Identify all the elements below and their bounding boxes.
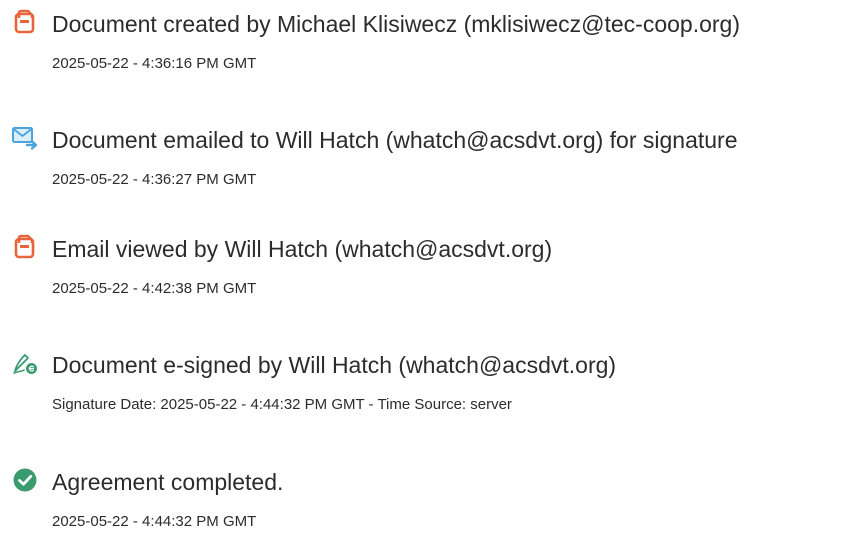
e-signed-icon — [12, 350, 38, 376]
event-title: Agreement completed. — [52, 469, 284, 495]
document-created-icon — [12, 9, 38, 35]
event-title: Document created by Michael Klisiwecz (m… — [52, 11, 741, 37]
event-timestamp: 2025-05-22 - 4:36:27 PM GMT — [52, 171, 257, 188]
event-title: Document emailed to Will Hatch (whatch@a… — [52, 127, 738, 153]
event-title: Document e-signed by Will Hatch (whatch@… — [52, 352, 617, 378]
event-timestamp: 2025-05-22 - 4:36:16 PM GMT — [52, 55, 257, 72]
event-title: Email viewed by Will Hatch (whatch@acsdv… — [52, 236, 553, 262]
email-sent-icon — [12, 125, 38, 151]
event-timestamp: 2025-05-22 - 4:42:38 PM GMT — [52, 280, 257, 297]
completed-check-icon — [12, 467, 38, 493]
event-timestamp: 2025-05-22 - 4:44:32 PM GMT — [52, 513, 257, 530]
email-viewed-icon — [12, 234, 38, 260]
event-signature-date: Signature Date: 2025-05-22 - 4:44:32 PM … — [52, 396, 512, 413]
